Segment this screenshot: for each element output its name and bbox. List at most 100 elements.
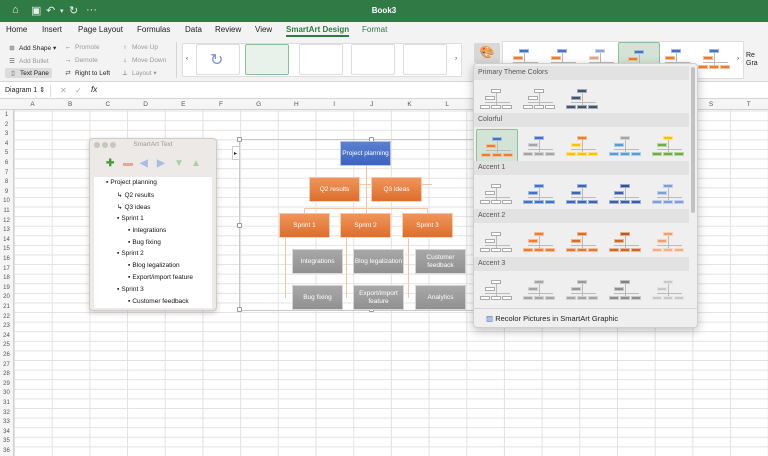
column-header-k[interactable]: K xyxy=(391,101,428,108)
layout-thumb-circle-hierarchy[interactable] xyxy=(351,44,395,75)
color-variant-thumb[interactable] xyxy=(476,273,518,309)
move-down-icon[interactable]: ▼ xyxy=(174,158,184,169)
node-bug-fixing[interactable]: Bug fixing xyxy=(292,285,343,310)
outline-item[interactable]: ▪ Customer feedback xyxy=(128,298,189,305)
color-variant-thumb[interactable] xyxy=(605,225,647,261)
row-header[interactable]: 28 xyxy=(0,371,13,377)
reset-graphic-button[interactable]: Re Gra xyxy=(746,52,768,69)
node-sprint-3[interactable]: Sprint 3 xyxy=(402,213,453,238)
row-header[interactable]: 10 xyxy=(0,198,13,204)
resize-handle[interactable] xyxy=(237,137,242,142)
row-header[interactable]: 33 xyxy=(0,419,13,425)
confirm-icon[interactable]: ✓ xyxy=(75,86,82,95)
row-header[interactable]: 12 xyxy=(0,218,13,224)
demote-button[interactable]: → Demote xyxy=(63,57,98,64)
node-sprint-2[interactable]: Sprint 2 xyxy=(340,213,391,238)
column-header-e[interactable]: E xyxy=(165,101,202,108)
row-header[interactable]: 9 xyxy=(0,189,13,195)
row-header[interactable]: 16 xyxy=(0,256,13,262)
promote-icon[interactable]: ◀ xyxy=(140,158,148,169)
row-header[interactable]: 34 xyxy=(0,429,13,435)
function-icon[interactable]: fx xyxy=(91,85,97,94)
tab-review[interactable]: Review xyxy=(215,25,241,34)
gallery-prev-icon[interactable]: ‹ xyxy=(186,55,188,62)
color-variant-thumb[interactable] xyxy=(648,273,690,309)
layout-thumb-labeled-hierarchy[interactable] xyxy=(403,44,447,75)
layout-thumb-hierarchy[interactable] xyxy=(299,44,343,75)
color-variant-thumb[interactable] xyxy=(562,129,604,165)
row-header[interactable]: 1 xyxy=(0,112,13,118)
dropdown-scrollbar[interactable] xyxy=(691,67,695,213)
row-header[interactable]: 8 xyxy=(0,179,13,185)
color-variant-thumb[interactable] xyxy=(519,225,561,261)
node-q2-results[interactable]: Q2 results xyxy=(309,177,360,202)
style-gallery-next-icon[interactable]: › xyxy=(737,55,739,62)
color-variant-thumb[interactable] xyxy=(562,177,604,213)
style-gallery-thumb[interactable] xyxy=(694,42,736,78)
color-variant-thumb[interactable] xyxy=(605,177,647,213)
tab-formulas[interactable]: Formulas xyxy=(137,25,170,34)
row-header[interactable]: 14 xyxy=(0,237,13,243)
add-icon[interactable]: ✚ xyxy=(106,158,114,169)
row-header[interactable]: 7 xyxy=(0,170,13,176)
color-variant-thumb[interactable] xyxy=(605,273,647,309)
row-header[interactable]: 2 xyxy=(0,122,13,128)
row-header[interactable]: 4 xyxy=(0,141,13,147)
row-header[interactable]: 3 xyxy=(0,131,13,137)
node-customer-feedback[interactable]: Customer feedback xyxy=(415,249,466,274)
row-header[interactable]: 27 xyxy=(0,362,13,368)
row-header[interactable]: 23 xyxy=(0,323,13,329)
row-header[interactable]: 20 xyxy=(0,294,13,300)
color-variant-thumb[interactable] xyxy=(648,177,690,213)
row-header[interactable]: 24 xyxy=(0,333,13,339)
outline-item[interactable]: ▪ Blog legalization xyxy=(128,262,180,269)
outline-item[interactable]: ▪ Bug fixing xyxy=(128,239,161,246)
row-header[interactable]: 21 xyxy=(0,304,13,310)
node-export-import[interactable]: Export/import feature xyxy=(353,285,404,310)
row-header[interactable]: 30 xyxy=(0,390,13,396)
row-header[interactable]: 18 xyxy=(0,275,13,281)
column-header-d[interactable]: D xyxy=(127,101,164,108)
text-pane-toggle[interactable]: ▸ xyxy=(232,146,240,160)
outline-item[interactable]: ▪ Sprint 2 xyxy=(117,250,144,257)
layout-thumb-org-chart[interactable] xyxy=(245,44,289,75)
layout-thumb-cycle[interactable]: ↻ xyxy=(196,44,240,75)
cancel-icon[interactable]: ✕ xyxy=(60,86,67,95)
column-header-f[interactable]: F xyxy=(203,101,240,108)
move-up-icon[interactable]: ▲ xyxy=(191,158,201,169)
color-variant-thumb[interactable] xyxy=(476,129,518,165)
color-variant-thumb[interactable] xyxy=(476,225,518,261)
smartart-diagram[interactable]: ▸ Project planning Q2 results Q3 ideas S… xyxy=(232,137,504,312)
node-analytics[interactable]: Analytics xyxy=(415,285,466,310)
add-bullet-button[interactable]: ☰ Add Bullet xyxy=(7,57,49,65)
color-variant-thumb[interactable] xyxy=(519,177,561,213)
row-header[interactable]: 25 xyxy=(0,342,13,348)
node-integrations[interactable]: Integrations xyxy=(292,249,343,274)
column-header-h[interactable]: H xyxy=(278,101,315,108)
row-header[interactable]: 31 xyxy=(0,400,13,406)
promote-button[interactable]: ← Promote xyxy=(63,44,100,51)
color-variant-thumb[interactable] xyxy=(519,129,561,165)
tab-smartart-design[interactable]: SmartArt Design xyxy=(286,25,350,37)
name-box[interactable]: Diagram 1 ⇕ xyxy=(3,85,51,97)
node-q3-ideas[interactable]: Q3 ideas xyxy=(371,177,422,202)
remove-icon[interactable]: ▬ xyxy=(123,158,133,169)
row-header[interactable]: 35 xyxy=(0,438,13,444)
right-to-left-button[interactable]: ⇄ Right to Left xyxy=(63,69,110,77)
row-header[interactable]: 15 xyxy=(0,246,13,252)
row-header[interactable]: 29 xyxy=(0,381,13,387)
node-sprint-1[interactable]: Sprint 1 xyxy=(279,213,330,238)
row-header[interactable]: 19 xyxy=(0,285,13,291)
demote-icon[interactable]: ▶ xyxy=(157,158,165,169)
column-header-g[interactable]: G xyxy=(240,101,277,108)
change-colors-button[interactable]: 🎨 xyxy=(474,43,500,63)
resize-handle[interactable] xyxy=(237,223,242,228)
move-down-button[interactable]: ↓ Move Down xyxy=(120,57,166,64)
outline-item[interactable]: ▪ Sprint 3 xyxy=(117,286,144,293)
recolor-pictures-option[interactable]: ▨ Recolor Pictures in SmartArt Graphic xyxy=(474,308,697,328)
row-header[interactable]: 6 xyxy=(0,160,13,166)
column-header-t[interactable]: T xyxy=(730,101,767,108)
column-header-b[interactable]: B xyxy=(52,101,89,108)
row-header[interactable]: 36 xyxy=(0,448,13,454)
column-header-c[interactable]: C xyxy=(89,101,126,108)
